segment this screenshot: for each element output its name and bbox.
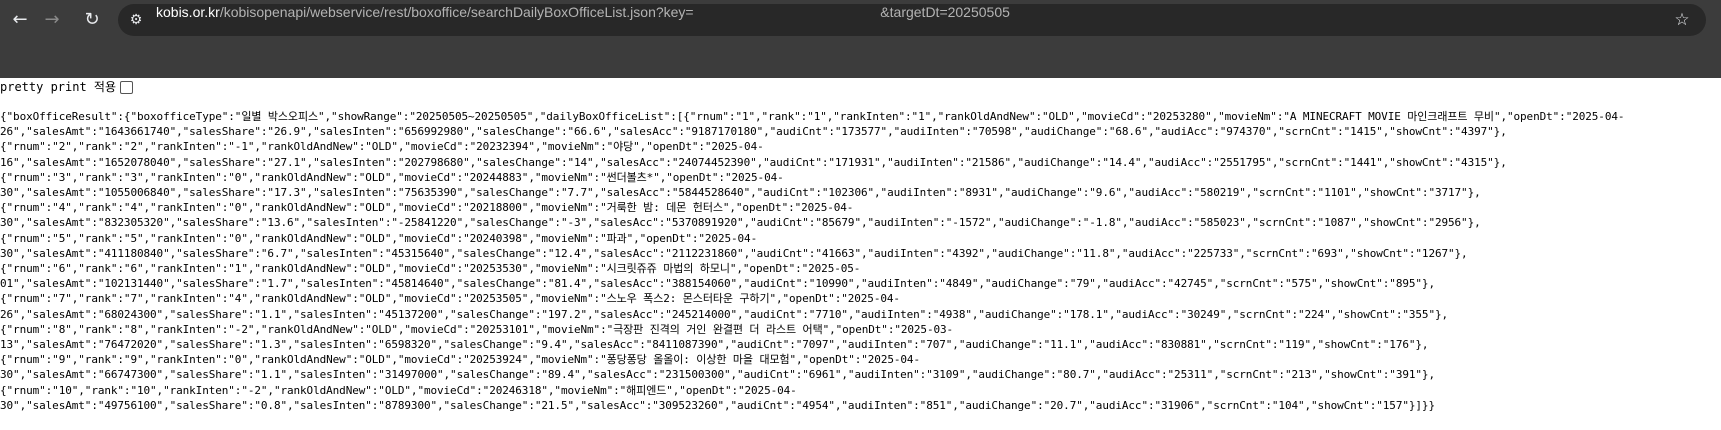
- json-line: 26","salesAmt":"1643661740","salesShare"…: [0, 125, 1507, 139]
- json-line: 16","salesAmt":"1652078040","salesShare"…: [0, 155, 1507, 169]
- json-line: {"rnum":"3","rank":"3","rankInten":"0","…: [0, 170, 784, 184]
- json-line: 30","salesAmt":"1055006840","salesShare"…: [0, 186, 1481, 200]
- json-line: 13","salesAmt":"76472020","salesShare":"…: [0, 338, 1429, 352]
- url-text[interactable]: kobis.or.kr/kobisopenapi/webservice/rest…: [156, 4, 1010, 36]
- json-line: 30","salesAmt":"411180840","salesShare":…: [0, 246, 1468, 260]
- json-line: {"rnum":"10","rank":"10","rankInten":"-2…: [0, 383, 797, 397]
- json-line: 30","salesAmt":"832305320","salesShare":…: [0, 216, 1481, 230]
- json-line: 30","salesAmt":"66747300","salesShare":"…: [0, 368, 1435, 382]
- pretty-print-label: pretty print 적용: [0, 80, 117, 94]
- json-line: {"rnum":"5","rank":"5","rankInten":"0","…: [0, 231, 758, 245]
- url-path: /kobisopenapi/webservice/rest/boxoffice/…: [219, 4, 1010, 20]
- reload-icon[interactable]: ↻: [78, 6, 106, 34]
- bookmarks-area: [0, 40, 1721, 78]
- star-icon[interactable]: ☆: [1670, 8, 1694, 32]
- json-line: {"rnum":"4","rank":"4","rankInten":"0","…: [0, 201, 854, 215]
- back-arrow-icon[interactable]: ←: [6, 6, 34, 34]
- json-line: {"rnum":"6","rank":"6","rankInten":"1","…: [0, 262, 861, 276]
- json-line: 26","salesAmt":"68024300","salesShare":"…: [0, 307, 1449, 321]
- json-line: 30","salesAmt":"49756100","salesShare":"…: [0, 398, 1435, 412]
- url-host: kobis.or.kr: [156, 4, 220, 20]
- json-line: {"rnum":"8","rank":"8","rankInten":"-2",…: [0, 322, 954, 336]
- pretty-print-checkbox[interactable]: [120, 80, 134, 94]
- json-line: 01","salesAmt":"102131440","salesShare":…: [0, 277, 1435, 291]
- json-line: {"rnum":"2","rank":"2","rankInten":"-1",…: [0, 140, 764, 154]
- browser-toolbar: ← → ↻ ⚙ kobis.or.kr/kobisopenapi/webserv…: [0, 0, 1721, 40]
- pretty-print-toggle: pretty print 적용: [0, 78, 134, 96]
- json-line: {"boxOfficeResult":{"boxofficeType":"일별 …: [0, 110, 1625, 123]
- forward-arrow-icon[interactable]: →: [38, 6, 66, 34]
- json-line: {"rnum":"9","rank":"9","rankInten":"0","…: [0, 353, 920, 367]
- site-info-icon[interactable]: ⚙: [126, 10, 146, 30]
- json-line: {"rnum":"7","rank":"7","rankInten":"4","…: [0, 292, 900, 306]
- address-bar[interactable]: ⚙ kobis.or.kr/kobisopenapi/webservice/re…: [118, 4, 1706, 36]
- json-response-body: {"boxOfficeResult":{"boxofficeType":"일별 …: [0, 109, 1721, 430]
